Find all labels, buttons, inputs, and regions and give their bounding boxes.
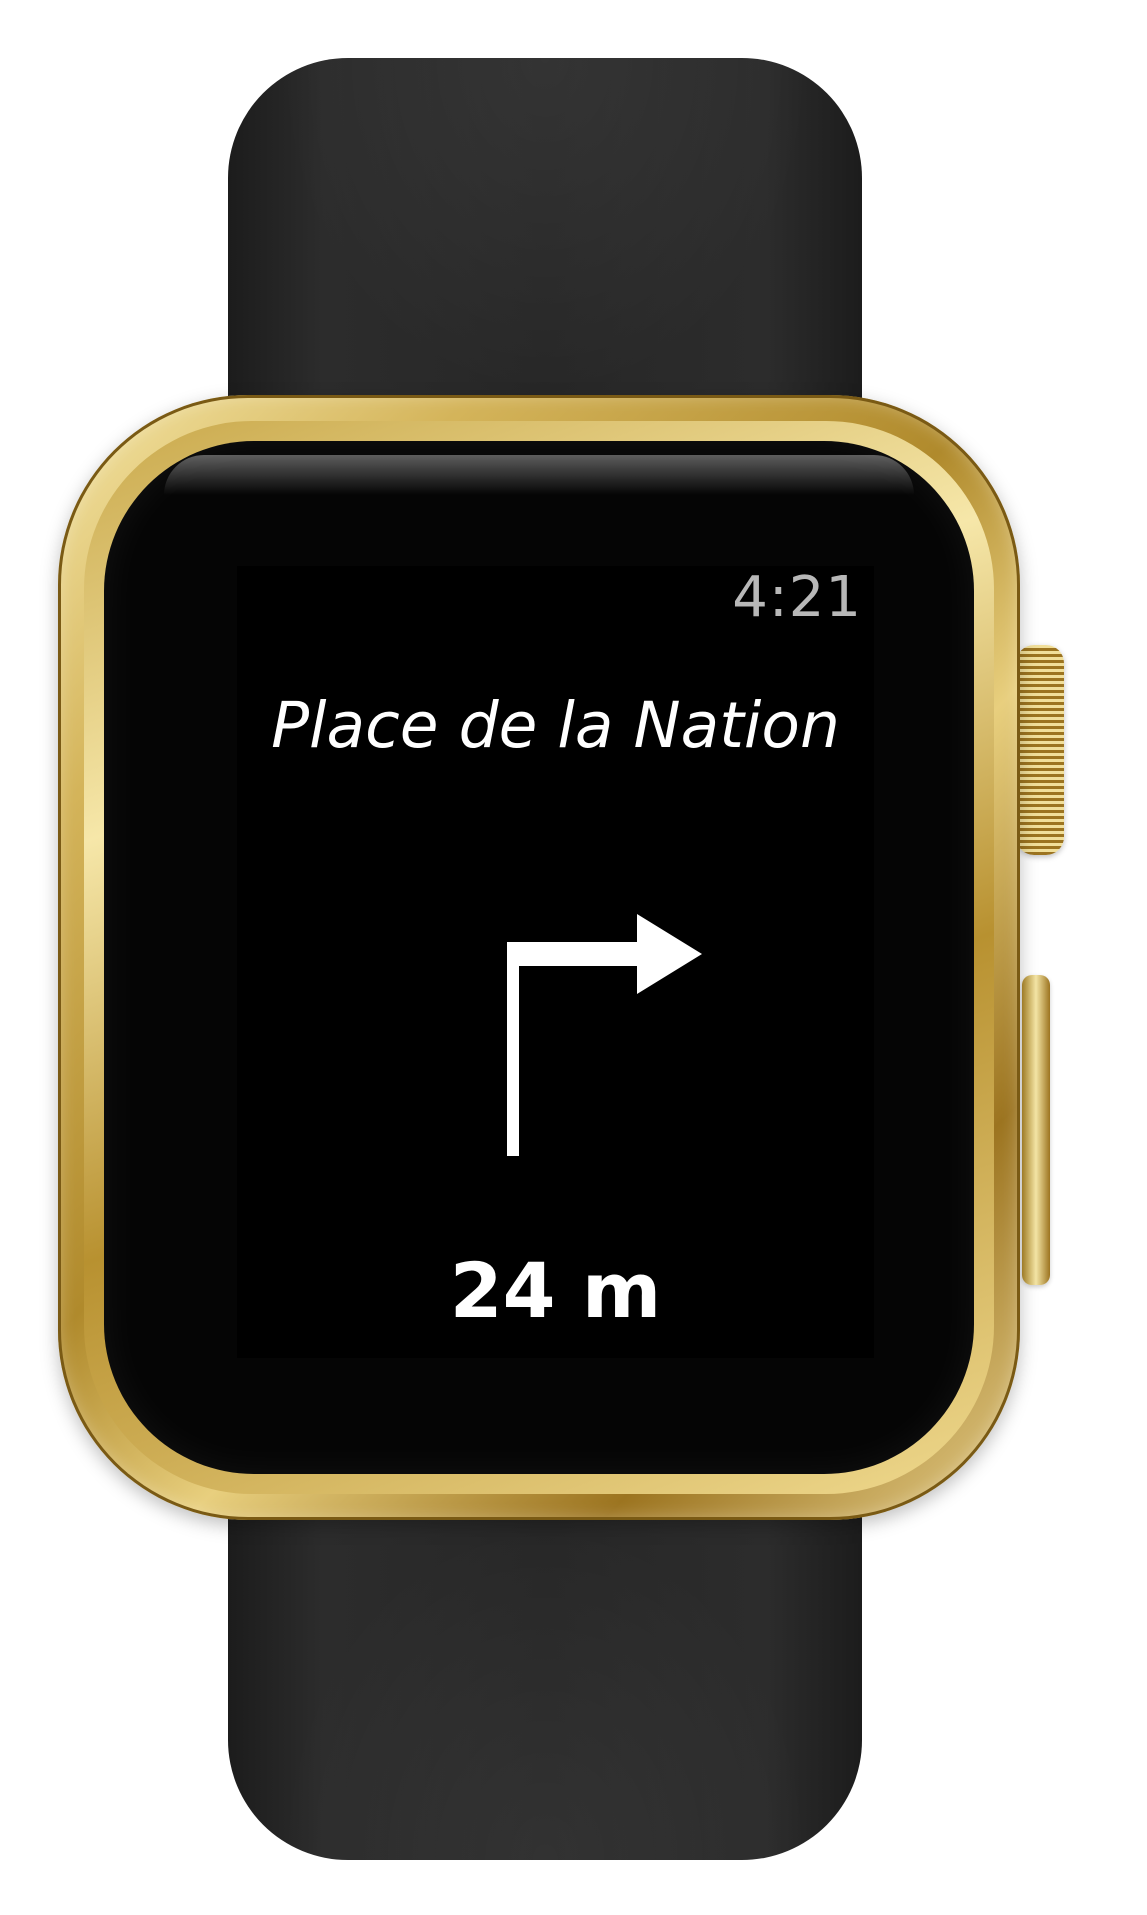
apple-watch-device: 4:21 Place de la Nation 24 m [0, 0, 1147, 1915]
clock-time: 4:21 [732, 565, 862, 630]
navigation-screen[interactable]: 4:21 Place de la Nation 24 m [237, 566, 874, 1358]
side-button[interactable] [1022, 975, 1050, 1285]
turn-right-arrow-icon [507, 914, 702, 1156]
distance-remaining: 24 m [449, 1246, 662, 1335]
digital-crown[interactable] [1016, 645, 1064, 855]
destination-name: Place de la Nation [271, 689, 840, 762]
watch-band-bottom [228, 1460, 862, 1860]
glass-reflection [164, 455, 914, 495]
